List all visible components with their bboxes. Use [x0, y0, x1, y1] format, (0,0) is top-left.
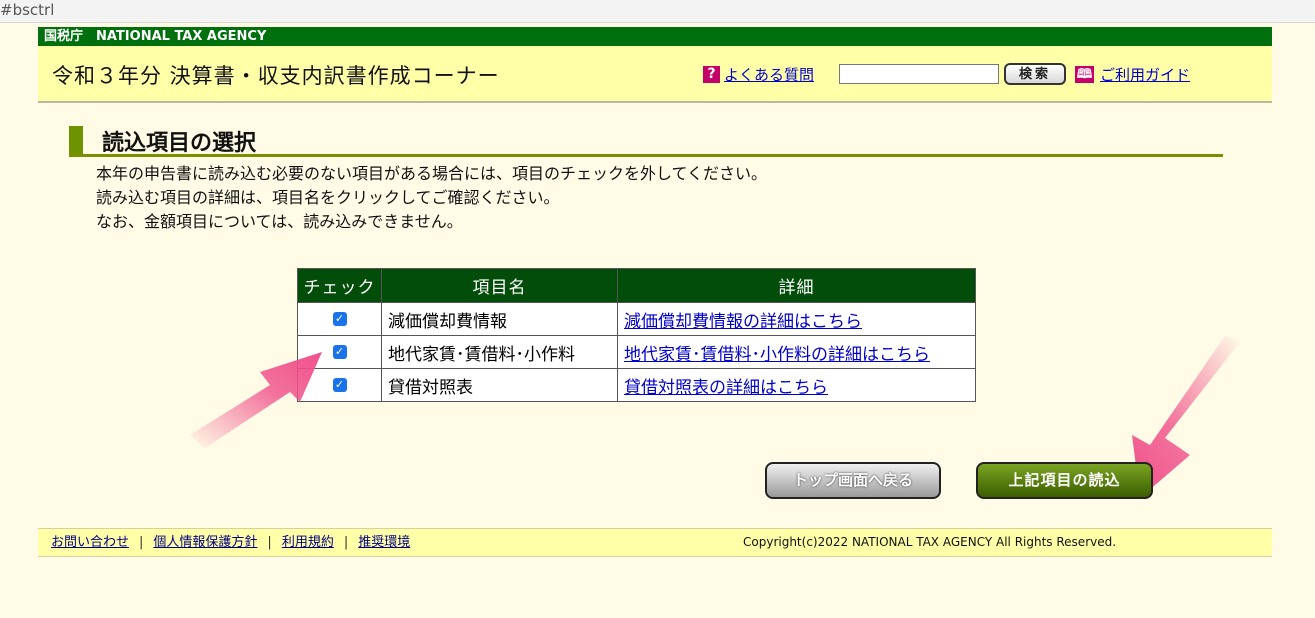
site-header: 令和３年分 決算書・収支内訳書作成コーナー ? よくある質問 検索 🕮 ご利用ガ…	[38, 46, 1272, 103]
detail-link-depreciation[interactable]: 減価償却費情報の詳細はこちら	[624, 312, 862, 332]
detail-cell: 減価償却費情報の詳細はこちら	[617, 302, 976, 336]
instruction-line: 本年の申告書に読み込む必要のない項目がある場合には、項目のチェックを外してくださ…	[96, 164, 768, 183]
column-header-check: チェック	[297, 268, 382, 303]
checkbox-cell: ✓	[297, 302, 382, 336]
site-footer: お問い合わせ | 個人情報保護方針 | 利用規約 | 推奨環境 Copyright(c)20…	[38, 528, 1272, 557]
checkbox-cell: ✓	[297, 335, 382, 369]
instruction-line: なお、金額項目については、読み込みできません。	[96, 212, 463, 231]
copyright: Copyright(c)2022 NATIONAL TAX AGENCY All…	[743, 535, 1117, 549]
column-header-item-name: 項目名	[381, 268, 618, 303]
footer-separator: |	[139, 535, 144, 550]
table-row: ✓ 減価償却費情報 減価償却費情報の詳細はこちら	[297, 302, 976, 336]
item-name: 貸借対照表	[381, 368, 618, 402]
search-input[interactable]	[839, 64, 999, 84]
section-title: 読込項目の選択	[102, 131, 257, 156]
user-guide-link[interactable]: ご利用ガイド	[1100, 64, 1190, 85]
checkbox-balance-sheet[interactable]: ✓	[332, 378, 347, 392]
footer-link-contact[interactable]: お問い合わせ	[51, 535, 129, 550]
item-name: 減価償却費情報	[381, 302, 618, 336]
read-items-button[interactable]: 上記項目の読込	[976, 462, 1153, 499]
footer-link-terms[interactable]: 利用規約	[282, 535, 334, 550]
browser-url-bar[interactable]: #bsctrl	[0, 0, 1315, 23]
footer-separator: |	[267, 535, 272, 550]
instruction-line: 読み込む項目の詳細は、項目名をクリックしてご確認ください。	[96, 188, 560, 207]
table-row: ✓ 貸借対照表 貸借対照表の詳細はこちら	[297, 368, 976, 402]
checkbox-depreciation[interactable]: ✓	[332, 312, 347, 326]
instructions: 本年の申告書に読み込む必要のない項目がある場合には、項目のチェックを外してくださ…	[96, 162, 767, 234]
checkbox-rent[interactable]: ✓	[332, 345, 347, 359]
question-icon: ?	[703, 66, 720, 83]
footer-links: お問い合わせ | 個人情報保護方針 | 利用規約 | 推奨環境	[51, 529, 410, 556]
checkbox-cell: ✓	[297, 368, 382, 402]
section-divider	[69, 154, 1223, 157]
footer-link-environment[interactable]: 推奨環境	[358, 535, 410, 550]
book-icon: 🕮	[1075, 66, 1094, 83]
agency-name: 国税庁 NATIONAL TAX AGENCY	[44, 29, 267, 44]
agency-bar: 国税庁 NATIONAL TAX AGENCY	[38, 27, 1272, 46]
detail-cell: 地代家賃･賃借料･小作料の詳細はこちら	[617, 335, 976, 369]
page-title: 令和３年分 決算書・収支内訳書作成コーナー	[52, 64, 500, 88]
detail-link-rent[interactable]: 地代家賃･賃借料･小作料の詳細はこちら	[624, 345, 930, 365]
column-header-detail: 詳細	[617, 268, 976, 303]
detail-cell: 貸借対照表の詳細はこちら	[617, 368, 976, 402]
footer-separator: |	[343, 535, 349, 550]
search-button[interactable]: 検索	[1004, 63, 1066, 85]
item-name: 地代家賃･賃借料･小作料	[381, 335, 618, 369]
section-marker	[69, 126, 83, 154]
faq-link[interactable]: よくある質問	[724, 64, 814, 85]
detail-link-balance-sheet[interactable]: 貸借対照表の詳細はこちら	[624, 378, 828, 398]
footer-link-privacy[interactable]: 個人情報保護方針	[153, 535, 257, 550]
import-items-table: チェック 項目名 詳細 ✓ 減価償却費情報 減価償却費情報の詳細はこちら ✓ 地…	[297, 268, 976, 402]
table-row: ✓ 地代家賃･賃借料･小作料 地代家賃･賃借料･小作料の詳細はこちら	[297, 335, 976, 369]
back-to-top-button[interactable]: トップ画面へ戻る	[765, 462, 941, 499]
url-fragment: #bsctrl	[0, 1, 55, 19]
